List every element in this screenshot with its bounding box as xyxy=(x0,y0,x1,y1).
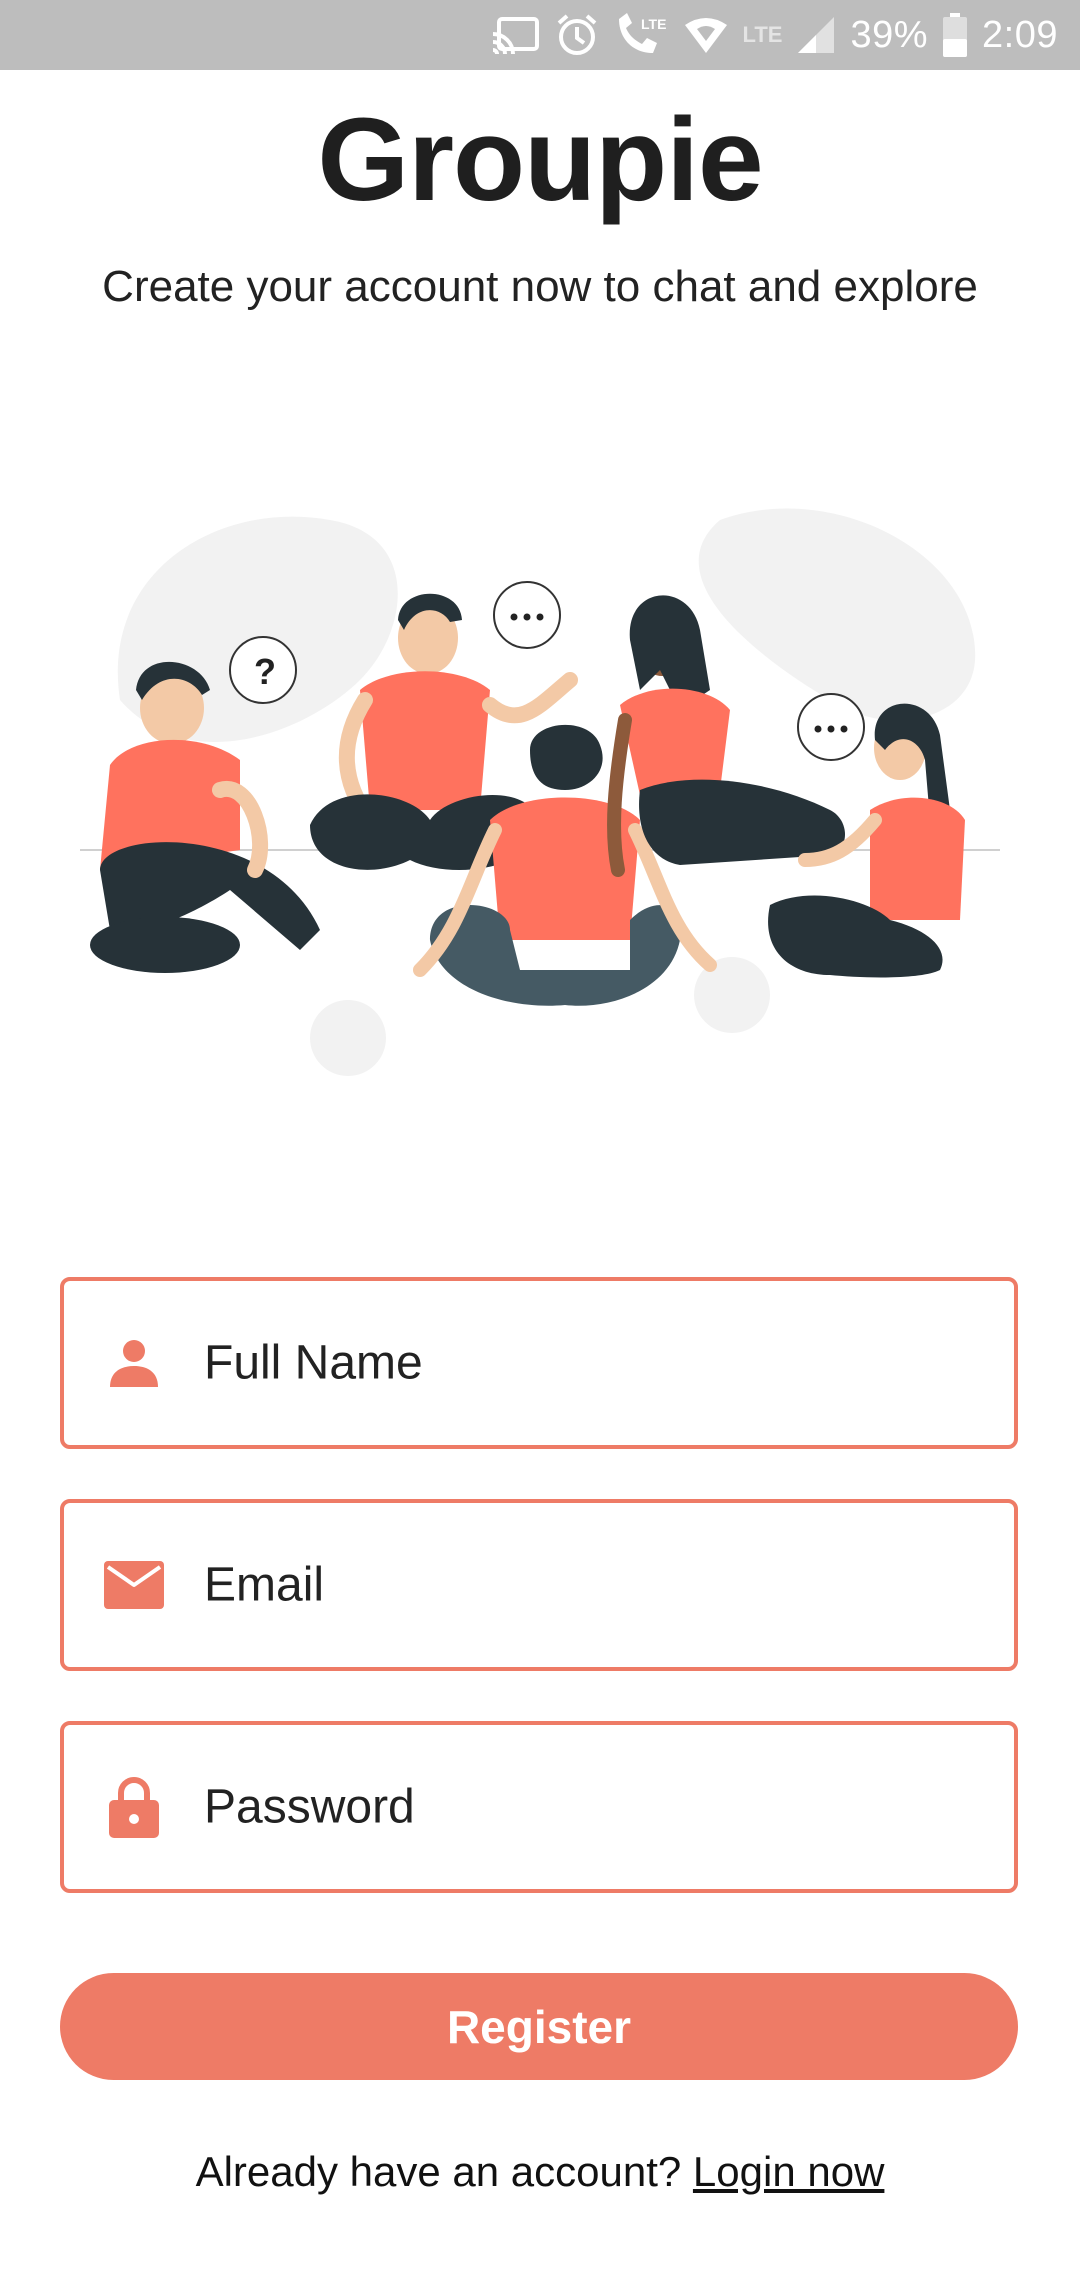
battery-icon xyxy=(942,13,968,57)
email-placeholder: Email xyxy=(204,1558,325,1612)
login-prompt-row: Already have an account? Login now xyxy=(0,2148,1080,2196)
svg-text:LTE: LTE xyxy=(641,16,666,32)
battery-percent: 39% xyxy=(850,13,929,56)
cast-icon xyxy=(491,16,541,54)
login-now-link[interactable]: Login now xyxy=(693,2148,884,2195)
email-field[interactable]: Email xyxy=(60,1499,1018,1671)
wifi-icon xyxy=(683,15,729,55)
mail-icon xyxy=(104,1555,164,1615)
full-name-placeholder: Full Name xyxy=(204,1336,423,1390)
full-name-field[interactable]: Full Name xyxy=(60,1277,1018,1449)
register-button[interactable]: Register xyxy=(60,1973,1018,2080)
signal-icon xyxy=(796,15,836,55)
lte-icon: LTE xyxy=(742,22,783,47)
status-bar: LTE LTE 39% 2:09 xyxy=(0,0,1080,70)
group-chat-illustration: ? xyxy=(70,490,1010,1090)
person-icon xyxy=(104,1333,164,1393)
alarm-icon xyxy=(555,13,599,57)
clock: 2:09 xyxy=(982,13,1058,56)
app-title: Groupie xyxy=(317,94,763,226)
lock-icon xyxy=(104,1777,164,1838)
password-placeholder: Password xyxy=(204,1780,415,1834)
volte-call-icon: LTE xyxy=(613,13,669,57)
password-field[interactable]: Password xyxy=(60,1721,1018,1893)
svg-text:?: ? xyxy=(254,651,276,692)
login-prompt-text: Already have an account? xyxy=(195,2148,682,2195)
subtitle: Create your account now to chat and expl… xyxy=(102,262,978,311)
